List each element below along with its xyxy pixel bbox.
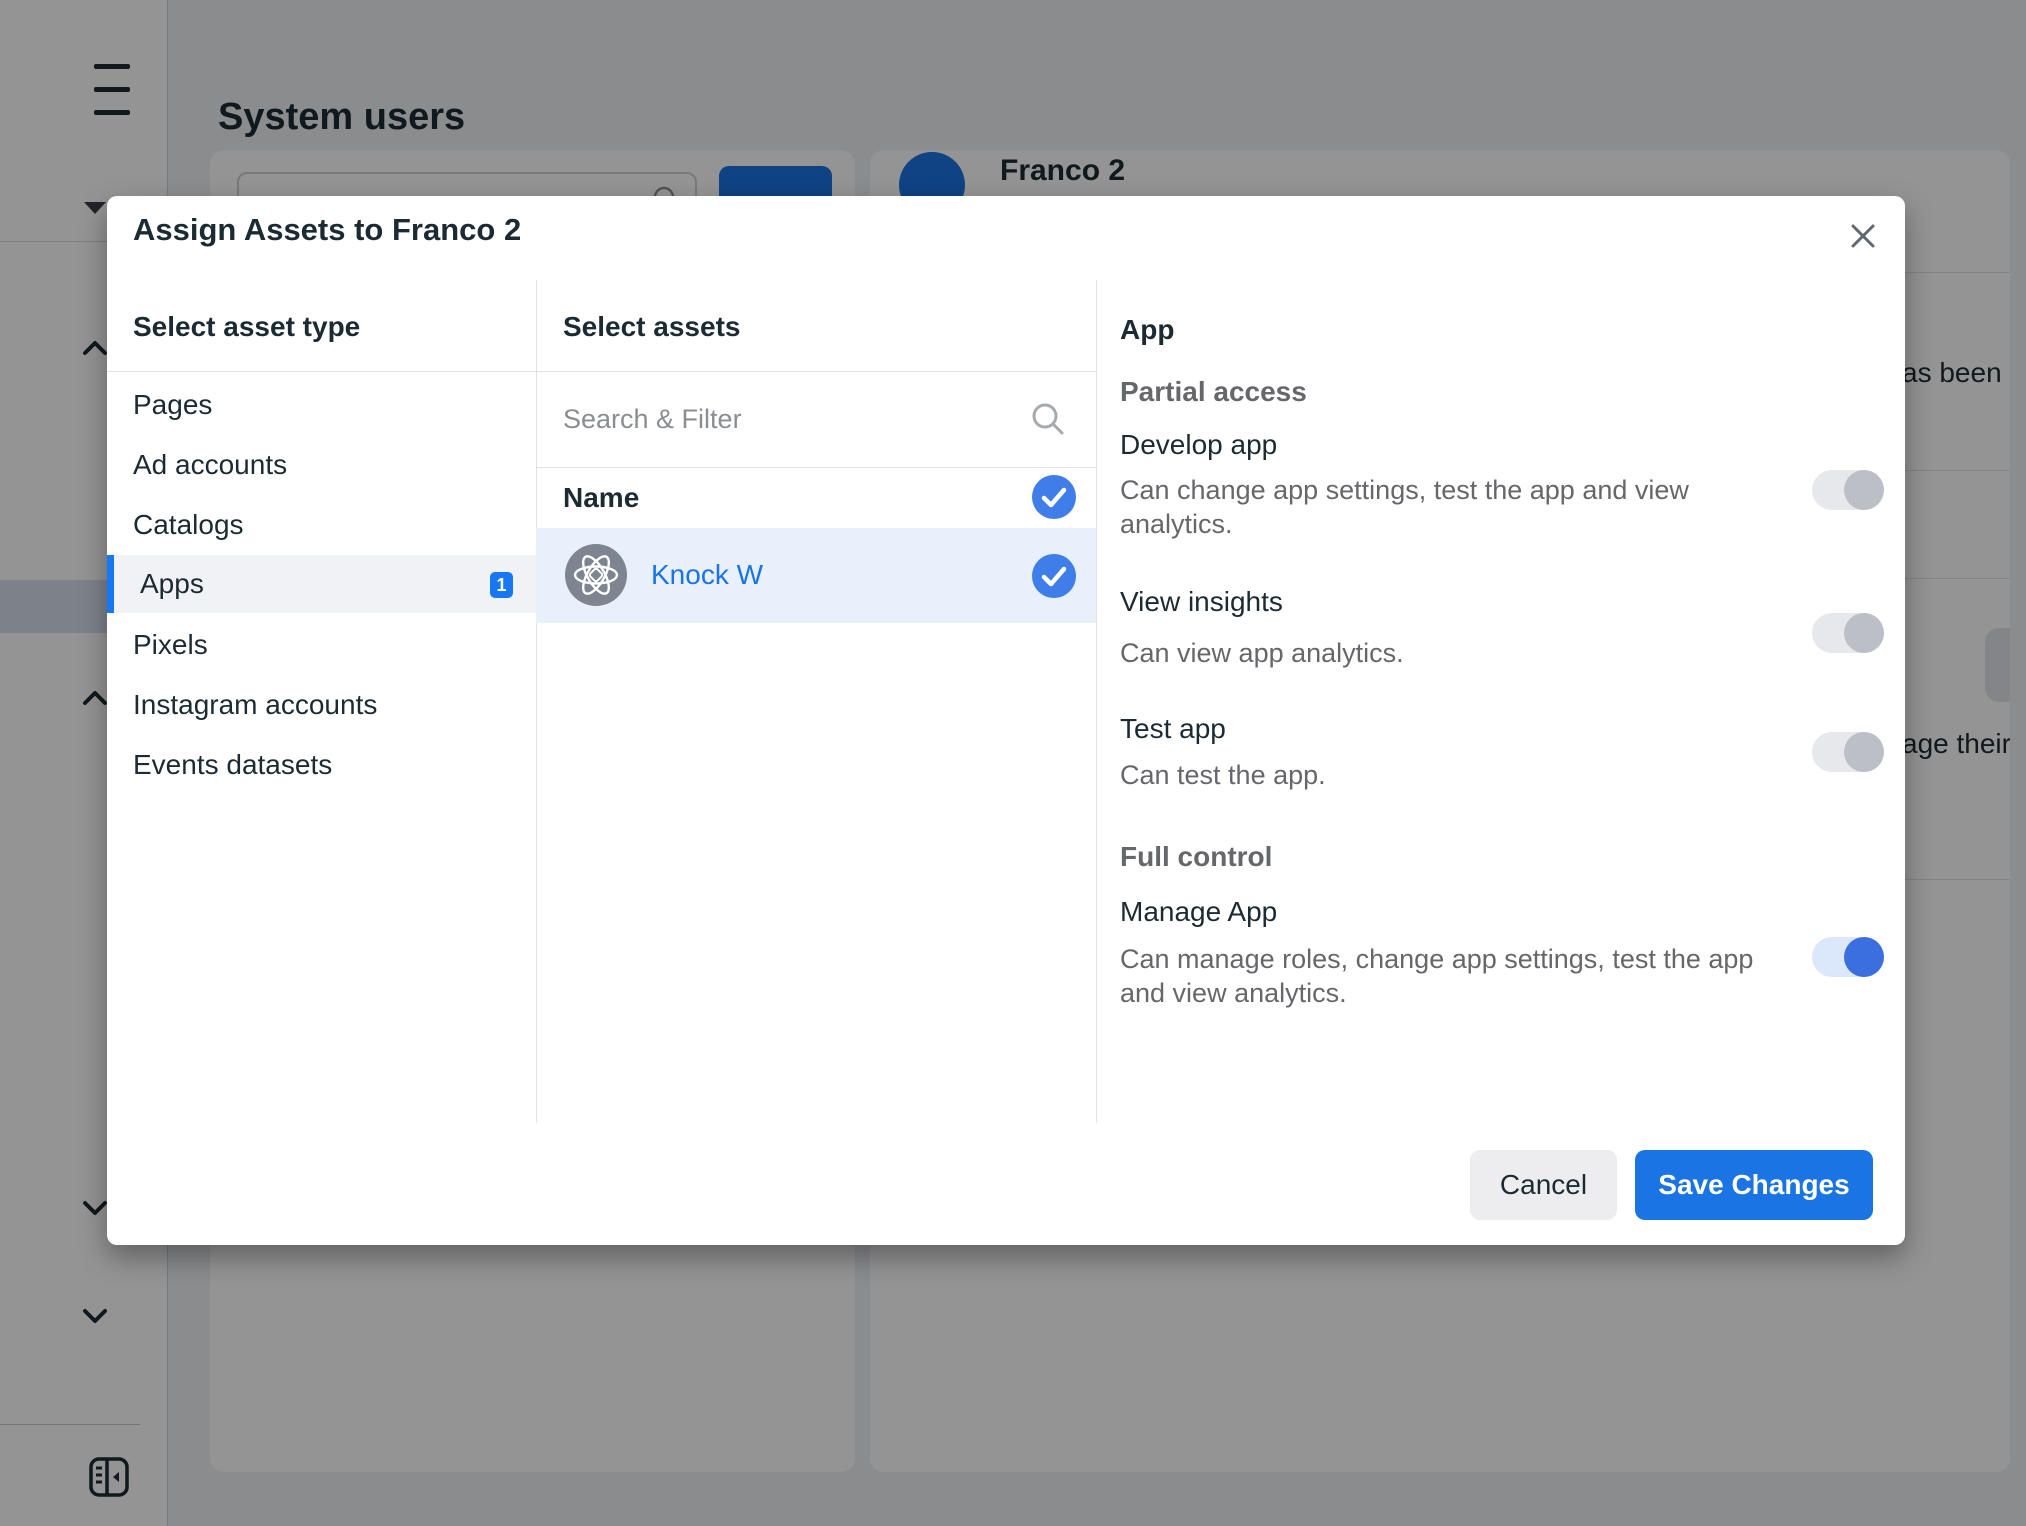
search-filter-row: [536, 371, 1096, 467]
save-changes-button[interactable]: Save Changes: [1635, 1150, 1873, 1220]
asset-type-pixels[interactable]: Pixels: [107, 615, 536, 675]
permission-description: Can view app analytics.: [1120, 636, 1760, 670]
selected-indicator: [107, 555, 114, 613]
asset-checkbox[interactable]: [1032, 554, 1076, 598]
name-column-header: Name: [563, 482, 639, 514]
asset-row-knock-w[interactable]: Knock W: [536, 528, 1096, 623]
select-all-checkbox[interactable]: [1032, 475, 1076, 519]
close-button[interactable]: [1843, 216, 1883, 256]
column-divider: [1096, 280, 1097, 1123]
permission-description: Can test the app.: [1120, 758, 1760, 792]
permission-label-develop-app: Develop app: [1120, 429, 1277, 461]
permission-label-manage-app: Manage App: [1120, 896, 1277, 928]
assets-header-row: Name: [536, 467, 1096, 528]
asset-type-ad-accounts[interactable]: Ad accounts: [107, 435, 536, 495]
asset-name: Knock W: [651, 559, 763, 591]
toggle-knob: [1844, 732, 1884, 772]
asset-type-catalogs[interactable]: Catalogs: [107, 495, 536, 555]
permission-description: Can manage roles, change app settings, t…: [1120, 942, 1760, 1010]
permission-label-test-app: Test app: [1120, 713, 1226, 745]
asset-type-pages[interactable]: Pages: [107, 375, 536, 435]
divider: [107, 371, 536, 372]
asset-type-apps[interactable]: Apps 1: [107, 555, 536, 613]
permissions-column-header: App: [1120, 314, 1174, 346]
app-icon: [565, 544, 627, 606]
toggle-test-app[interactable]: [1812, 732, 1884, 772]
toggle-knob: [1844, 470, 1884, 510]
count-badge: 1: [490, 572, 513, 598]
permission-label-view-insights: View insights: [1120, 586, 1283, 618]
partial-access-section-label: Partial access: [1120, 376, 1307, 408]
assets-column-header: Select assets: [563, 311, 740, 343]
search-input[interactable]: [563, 393, 1063, 445]
toggle-knob: [1844, 937, 1884, 977]
dialog-title: Assign Assets to Franco 2: [133, 212, 521, 248]
close-icon: [1848, 221, 1878, 251]
toggle-knob: [1844, 613, 1884, 653]
permission-description: Can change app settings, test the app an…: [1120, 473, 1760, 541]
toggle-develop-app[interactable]: [1812, 470, 1884, 510]
full-control-section-label: Full control: [1120, 841, 1272, 873]
cancel-button[interactable]: Cancel: [1470, 1150, 1617, 1220]
assign-assets-dialog: Assign Assets to Franco 2 Select asset t…: [107, 196, 1905, 1245]
asset-type-column-header: Select asset type: [133, 311, 360, 343]
toggle-view-insights[interactable]: [1812, 613, 1884, 653]
search-icon: [1030, 401, 1066, 437]
asset-type-events-datasets[interactable]: Events datasets: [107, 735, 536, 795]
asset-type-instagram-accounts[interactable]: Instagram accounts: [107, 675, 536, 735]
toggle-manage-app[interactable]: [1812, 937, 1884, 977]
screen: System users Franco 2 as been gr ... age…: [0, 0, 2026, 1526]
